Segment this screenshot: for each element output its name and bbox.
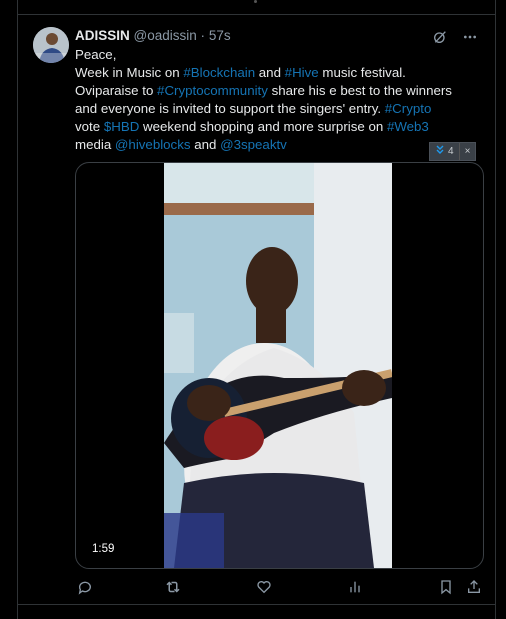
hashtag-link[interactable]: #Crypto bbox=[385, 101, 432, 116]
tweet-text-segment: music festival. bbox=[318, 65, 406, 80]
timestamp[interactable]: 57s bbox=[209, 28, 231, 43]
tweet-text-line: Peace, bbox=[75, 46, 470, 64]
tweet-text-line: media @hiveblocks and @3speaktv bbox=[75, 136, 470, 154]
tweet-tools bbox=[431, 28, 479, 46]
badge-count[interactable]: 4 bbox=[430, 143, 459, 160]
views-icon[interactable] bbox=[345, 577, 365, 597]
author-handle[interactable]: @oadissin bbox=[134, 28, 197, 43]
tweet-text-line: and everyone is invited to support the s… bbox=[75, 100, 470, 118]
tweet-text-line: vote $HBD weekend shopping and more surp… bbox=[75, 118, 470, 136]
tweet-text-segment: and bbox=[255, 65, 285, 80]
author-name[interactable]: ADISSIN bbox=[75, 28, 130, 43]
tweet-text-line: Week in Music on #Blockchain and #Hive m… bbox=[75, 64, 470, 82]
hashtag-link[interactable]: #Web3 bbox=[387, 119, 429, 134]
tweet-text-segment: media bbox=[75, 137, 115, 152]
retweet-icon[interactable] bbox=[163, 577, 183, 597]
hashtag-link[interactable]: #Hive bbox=[285, 65, 319, 80]
tweet-text-segment: vote bbox=[75, 119, 104, 134]
badge-count-value: 4 bbox=[448, 146, 454, 157]
mention-link[interactable]: @hiveblocks bbox=[115, 137, 191, 152]
badge-close-button[interactable]: × bbox=[458, 143, 476, 160]
reply-icon[interactable] bbox=[75, 577, 95, 597]
tweet-text-segment: Peace, bbox=[75, 47, 117, 62]
share-icon[interactable] bbox=[464, 577, 484, 597]
tweet-text-segment: and everyone is invited to support the s… bbox=[75, 101, 385, 116]
video-frame[interactable] bbox=[164, 163, 392, 568]
mention-link[interactable]: @3speaktv bbox=[220, 137, 287, 152]
bottom-divider bbox=[18, 604, 495, 605]
tweet-text-line: Oviparaise to #Cryptocommunity share his… bbox=[75, 82, 470, 100]
tweet-text-segment: Oviparaise to bbox=[75, 83, 158, 98]
grok-icon[interactable] bbox=[431, 28, 449, 46]
top-divider bbox=[18, 14, 495, 15]
cashtag-link[interactable]: $HBD bbox=[104, 119, 139, 134]
tweet-text-segment: share his e best to the winners bbox=[267, 83, 452, 98]
like-icon[interactable] bbox=[254, 577, 274, 597]
meta-separator: · bbox=[200, 28, 206, 43]
tweet-header: ADISSIN @oadissin · 57s bbox=[75, 28, 231, 43]
collapsed-replies-badge[interactable]: 4 × bbox=[429, 142, 477, 161]
top-divider-dot bbox=[254, 0, 257, 3]
tweet-text-segment: Week in Music on bbox=[75, 65, 184, 80]
tweet-text: Peace, Week in Music on #Blockchain and #… bbox=[75, 46, 470, 154]
tweet-text-segment: weekend shopping and more surprise on bbox=[139, 119, 387, 134]
video-duration: 1:59 bbox=[88, 542, 119, 556]
timeline-column: ADISSIN @oadissin · 57s Peace, Week in Mu… bbox=[17, 0, 496, 619]
video-player[interactable]: 1:59 bbox=[75, 162, 484, 569]
avatar[interactable] bbox=[33, 27, 69, 63]
hashtag-link[interactable]: #Blockchain bbox=[183, 65, 255, 80]
chevron-double-down-icon bbox=[435, 145, 445, 158]
tweet-actions bbox=[75, 577, 485, 599]
tweet-text-segment: and bbox=[190, 137, 221, 152]
bookmark-icon[interactable] bbox=[436, 577, 456, 597]
hashtag-link[interactable]: #Cryptocommunity bbox=[157, 83, 268, 98]
more-icon[interactable] bbox=[461, 28, 479, 46]
